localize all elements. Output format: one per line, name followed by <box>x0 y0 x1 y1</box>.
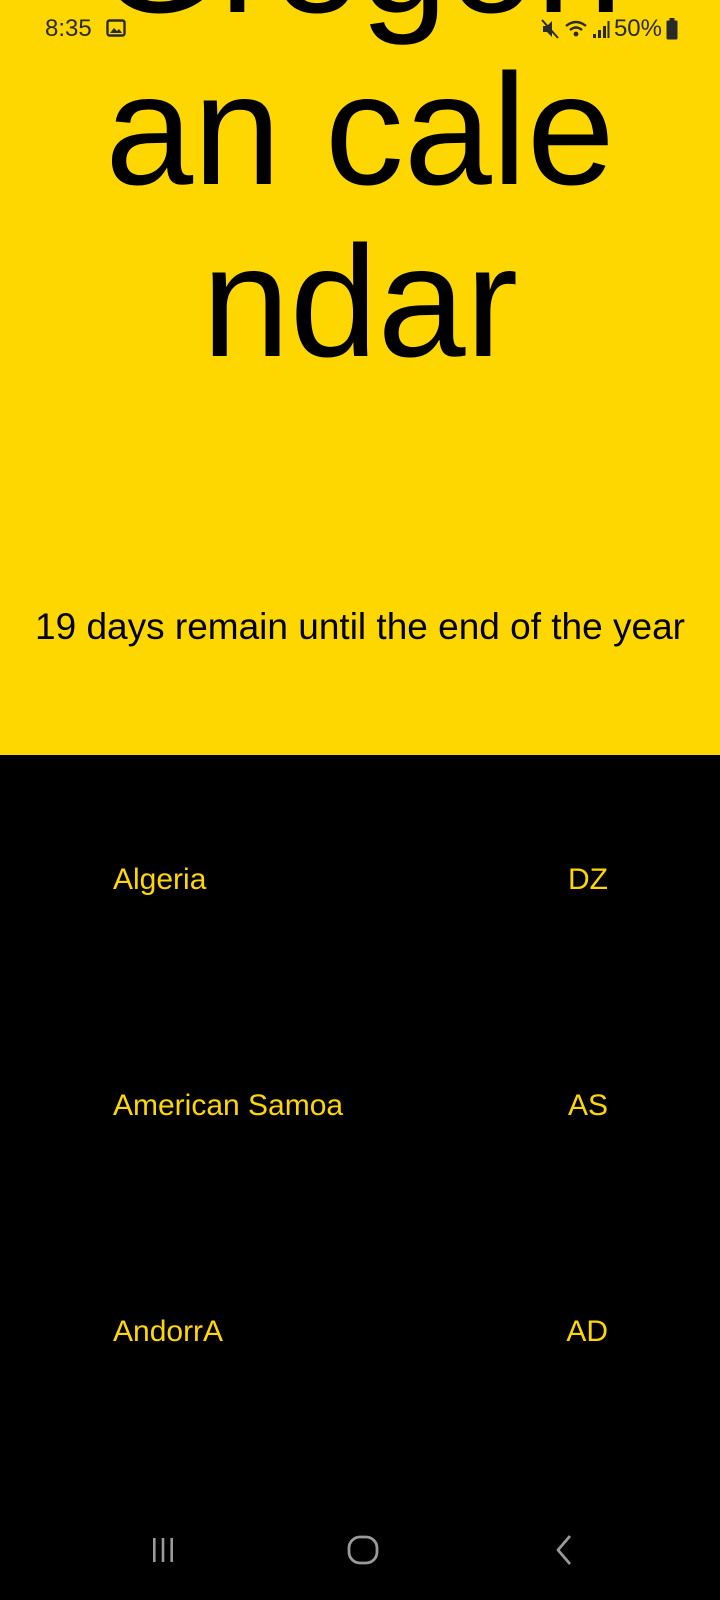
list-item[interactable]: American Samoa AS <box>0 1086 720 1206</box>
status-bar: 8:35 50% <box>0 0 720 58</box>
country-code: AD <box>566 1315 608 1348</box>
home-icon <box>346 1533 380 1572</box>
wifi-icon <box>564 19 588 39</box>
days-remaining-text: 19 days remain until the end of the year <box>35 606 685 647</box>
recent-apps-icon <box>148 1535 178 1570</box>
country-name: AndorrA <box>113 1315 224 1348</box>
gallery-notification-icon <box>106 19 126 37</box>
recent-apps-button[interactable] <box>103 1505 223 1600</box>
list-item[interactable]: AndorrA AD <box>0 1312 720 1432</box>
battery-icon <box>666 18 678 40</box>
mute-icon <box>540 18 560 40</box>
status-right-group: 50% <box>540 14 678 44</box>
back-icon <box>550 1533 580 1572</box>
country-name: Algeria <box>113 863 207 896</box>
calendar-header: Gregorian calendar 19 days remain until … <box>0 0 720 755</box>
country-name: American Samoa <box>113 1089 344 1122</box>
status-time: 8:35 <box>45 15 92 42</box>
list-item[interactable]: Algeria DZ <box>0 860 720 980</box>
back-button[interactable] <box>505 1505 625 1600</box>
calendar-title: Gregorian calendar <box>97 0 624 390</box>
battery-text: 50% <box>613 15 662 42</box>
home-button[interactable] <box>303 1505 423 1600</box>
country-code: DZ <box>568 863 608 896</box>
signal-icon <box>592 19 610 39</box>
country-code: AS <box>567 1089 608 1122</box>
system-navigation-bar <box>0 1505 720 1600</box>
